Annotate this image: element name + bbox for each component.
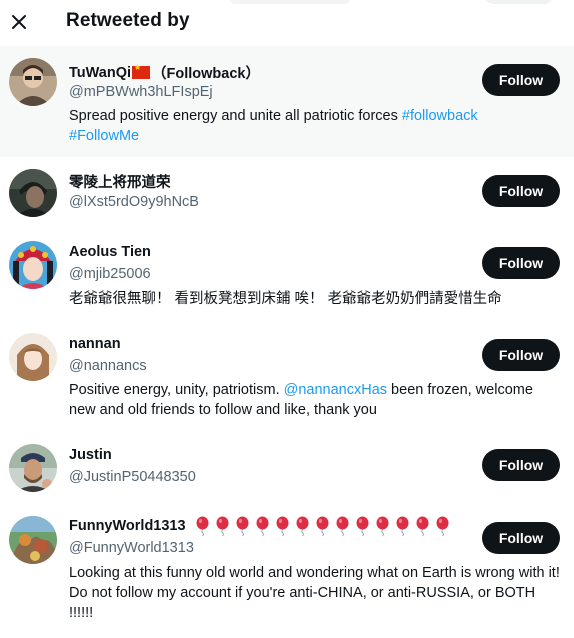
china-flag-icon (132, 63, 151, 79)
user-bio: Spread positive energy and unite all pat… (69, 108, 478, 144)
user-name[interactable]: TuWanQi （Followback） (69, 62, 260, 83)
user-handle[interactable]: @nannancs (69, 358, 147, 374)
user-handle[interactable]: @mjib25006 (69, 266, 151, 282)
avatar[interactable] (9, 169, 57, 217)
user-name[interactable]: nannan (69, 336, 121, 352)
balloon-icon (396, 516, 409, 536)
avatar[interactable] (9, 333, 57, 381)
balloon-icon (336, 516, 349, 536)
user-cell[interactable]: nannan @nannancs Positive energy, unity,… (0, 327, 574, 439)
balloon-icon (436, 516, 449, 536)
follow-button[interactable]: Follow (482, 522, 560, 554)
balloon-icon (316, 516, 329, 536)
user-bio: 老爺爺很無聊！ 看到板凳想到床鋪 唉！ 老爺爺老奶奶們請愛惜生命 (69, 291, 502, 307)
balloon-icon (256, 516, 269, 536)
balloon-icon (196, 516, 209, 536)
balloon-icon (296, 516, 309, 536)
avatar[interactable] (9, 444, 57, 492)
scrolled-button-remnant (484, 0, 554, 4)
balloon-icon (356, 516, 369, 536)
follow-button[interactable]: Follow (482, 64, 560, 96)
mention-link[interactable]: @nannancxHas (284, 382, 387, 398)
user-name[interactable]: Aeolus Tien (69, 244, 151, 260)
balloon-icon (216, 516, 229, 536)
user-name[interactable]: 零陵上将邢道荣 (69, 171, 171, 192)
avatar[interactable] (9, 241, 57, 289)
scrolled-content-remnant (230, 0, 350, 4)
hashtag-link[interactable]: #followback (402, 108, 478, 124)
user-name[interactable]: Justin (69, 447, 112, 463)
user-cell[interactable]: 零陵上将邢道荣 @lXst5rdO9y9hNcB Follow (0, 157, 574, 229)
user-bio: Positive energy, unity, patriotism. @nan… (69, 382, 533, 418)
user-handle[interactable]: @JustinP50448350 (69, 469, 196, 485)
name-emoji-row (194, 516, 451, 536)
user-bio: Looking at this funny old world and wond… (69, 565, 560, 621)
balloon-icon (416, 516, 429, 536)
avatar[interactable] (9, 516, 57, 564)
close-button[interactable] (4, 4, 34, 40)
balloon-icon (236, 516, 249, 536)
follow-button[interactable]: Follow (482, 339, 560, 371)
user-handle[interactable]: @FunnyWorld1313 (69, 540, 194, 556)
follow-button[interactable]: Follow (482, 175, 560, 207)
user-cell[interactable]: Justin @JustinP50448350 Follow (0, 439, 574, 509)
user-cell[interactable]: TuWanQi （Followback） @mPBWwh3hLFIspEj Sp… (0, 46, 574, 157)
follow-button[interactable]: Follow (482, 449, 560, 481)
balloon-icon (276, 516, 289, 536)
page-title: Retweeted by (66, 10, 190, 31)
hashtag-link[interactable]: #FollowMe (69, 128, 139, 144)
user-handle[interactable]: @lXst5rdO9y9hNcB (69, 194, 199, 210)
user-handle[interactable]: @mPBWwh3hLFIspEj (69, 84, 213, 100)
user-cell[interactable]: FunnyWorld1313 @FunnyWorld1313 Looking a… (0, 509, 574, 638)
avatar[interactable] (9, 58, 57, 106)
user-name[interactable]: FunnyWorld1313 (69, 516, 451, 536)
close-icon (12, 15, 26, 29)
follow-button[interactable]: Follow (482, 247, 560, 279)
balloon-icon (376, 516, 389, 536)
modal-header: Retweeted by (0, 0, 574, 46)
user-cell[interactable]: Aeolus Tien @mjib25006 老爺爺很無聊！ 看到板凳想到床鋪 … (0, 229, 574, 327)
